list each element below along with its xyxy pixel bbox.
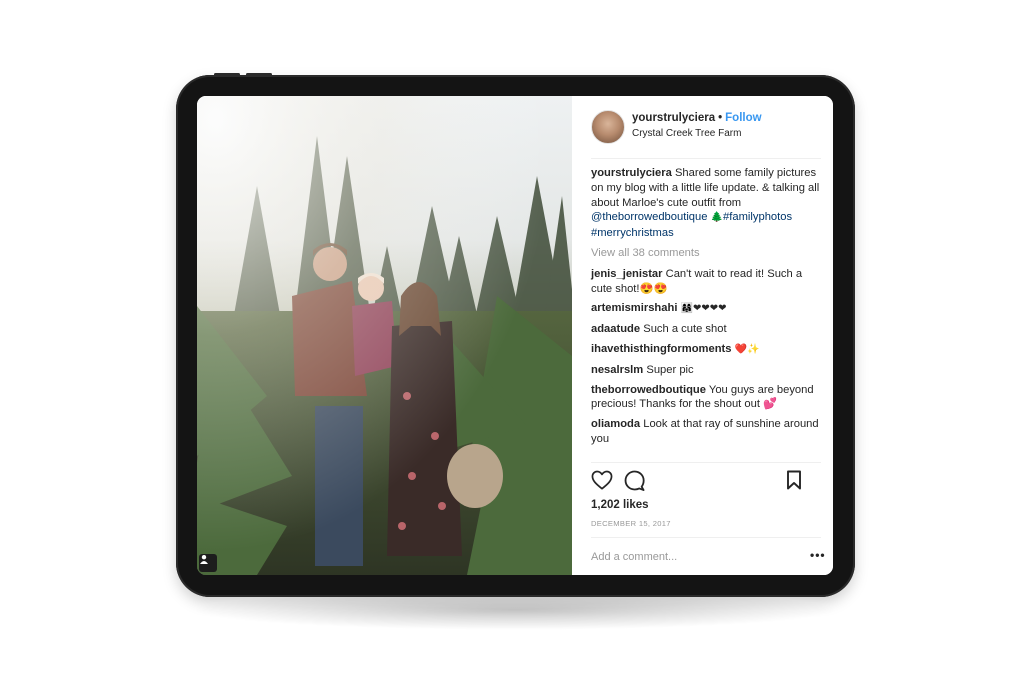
user-icon bbox=[200, 555, 208, 564]
avatar[interactable] bbox=[591, 110, 625, 144]
post-photo[interactable] bbox=[197, 96, 572, 575]
comment-item: oliamoda Look at that ray of sunshine ar… bbox=[591, 417, 825, 447]
comment-item: artemismirshahi 👩‍👩‍👧❤❤❤❤ bbox=[591, 301, 825, 317]
header-divider bbox=[591, 158, 821, 159]
post-side-panel: yourstrulyciera • Follow Crystal Creek Tre… bbox=[572, 96, 833, 575]
heart-icon[interactable] bbox=[591, 470, 613, 490]
more-options-button[interactable]: ••• bbox=[810, 548, 826, 562]
comment-username[interactable]: jenis_jenistar bbox=[591, 268, 663, 280]
tagged-users-button[interactable] bbox=[199, 554, 217, 572]
comment-username[interactable]: oliamoda bbox=[591, 418, 640, 430]
comment-username[interactable]: adaatude bbox=[591, 323, 640, 335]
comments-section: yourstrulyciera Shared some family pictu… bbox=[591, 166, 825, 452]
caption-mention[interactable]: @theborrowedboutique bbox=[591, 211, 707, 223]
actions-divider bbox=[591, 462, 821, 463]
comment-username[interactable]: ihavethisthingformoments bbox=[591, 343, 731, 355]
post-location[interactable]: Crystal Creek Tree Farm bbox=[632, 128, 741, 139]
comment-icon[interactable] bbox=[624, 470, 645, 491]
comment-item: adaatude Such a cute shot bbox=[591, 322, 825, 337]
comment-username[interactable]: theborrowedboutique bbox=[591, 384, 706, 396]
comment-input-divider bbox=[591, 537, 821, 538]
post-author-username[interactable]: yourstrulyciera bbox=[632, 112, 715, 124]
add-comment-input[interactable]: Add a comment... bbox=[591, 551, 677, 563]
comment-text: Super pic bbox=[646, 363, 694, 376]
post-author-row: yourstrulyciera • Follow bbox=[632, 112, 762, 124]
comment-username[interactable]: nesalrslm bbox=[591, 364, 643, 376]
separator-dot: • bbox=[718, 112, 723, 124]
likes-count[interactable]: 1,202 likes bbox=[591, 499, 649, 511]
comment-username[interactable]: artemismirshahi bbox=[591, 302, 677, 314]
comment-item: jenis_jenistar Can't wait to read it! Su… bbox=[591, 267, 825, 297]
bookmark-icon[interactable] bbox=[786, 470, 802, 490]
comment-text: Such a cute shot bbox=[643, 323, 727, 336]
comment-item: ihavethisthingformoments ❤️✨ bbox=[591, 342, 825, 358]
post-header: yourstrulyciera • Follow Crystal Creek Tre… bbox=[572, 96, 833, 158]
instagram-post-screen: yourstrulyciera • Follow Crystal Creek Tre… bbox=[197, 96, 833, 575]
post-actions bbox=[591, 470, 803, 494]
caption-emoji: 🌲 bbox=[710, 212, 724, 224]
caption-username[interactable]: yourstrulyciera bbox=[591, 167, 672, 179]
photo-illustration bbox=[197, 96, 572, 575]
view-all-comments-link[interactable]: View all 38 comments bbox=[591, 246, 825, 261]
comment-item: theborrowedboutique You guys are beyond … bbox=[591, 383, 825, 413]
comment-text: ❤️✨ bbox=[734, 343, 760, 355]
comment-item: nesalrslm Super pic bbox=[591, 363, 825, 378]
comment-text: 👩‍👩‍👧❤❤❤❤ bbox=[680, 303, 727, 315]
caption: yourstrulyciera Shared some family pictu… bbox=[591, 166, 825, 241]
post-date: DECEMBER 15, 2017 bbox=[591, 519, 671, 528]
follow-button[interactable]: Follow bbox=[725, 112, 761, 124]
